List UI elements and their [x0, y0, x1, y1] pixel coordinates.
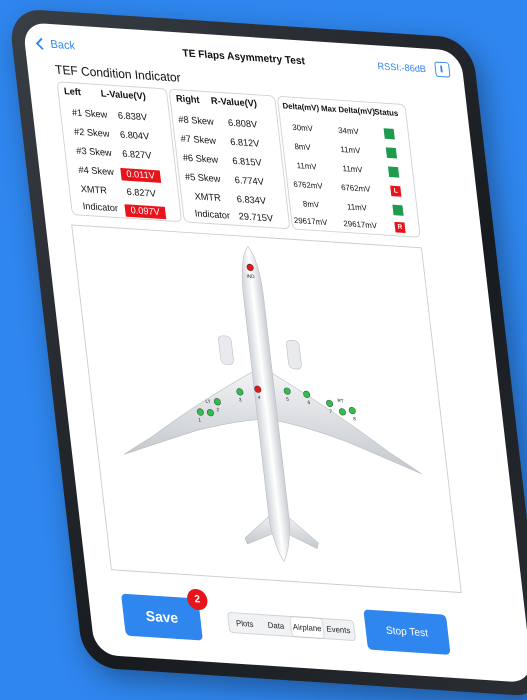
- row-value-fault: 0.011V: [120, 167, 162, 183]
- sensor-label-lt: LT: [205, 399, 211, 404]
- tablet: Back TE Flaps Asymmetry Test RSSI:-86dB …: [8, 8, 527, 700]
- delta-value: 6762mV: [292, 179, 324, 191]
- sensor-label-rt: RT: [337, 398, 344, 403]
- row-value: 6.808V: [227, 118, 258, 131]
- row-name: #4 Skew: [78, 165, 115, 178]
- app-screen: Back TE Flaps Asymmetry Test RSSI:-86dB …: [22, 22, 527, 684]
- row-name: XMTR: [80, 184, 108, 197]
- status-indicator: [387, 166, 400, 178]
- right-values-panel: Right R-Value(V) #8 Skew 6.808V #7 Skew …: [168, 88, 291, 230]
- delta-value: 29617mV: [293, 215, 328, 227]
- row-name: XMTR: [194, 191, 222, 204]
- airplane-diagram: IND 1 LT 2 3 4 5 6 7 RT 8: [123, 245, 422, 563]
- row-name: #5 Skew: [184, 172, 221, 185]
- right-header: Right: [175, 93, 201, 106]
- max-delta-value: 11mV: [346, 201, 368, 213]
- row-name: #3 Skew: [75, 146, 113, 159]
- row-value: 6.815V: [231, 156, 263, 169]
- row-name: #1 Skew: [71, 107, 108, 121]
- sensor-marker-7: [326, 399, 334, 407]
- rssi-readout: RSSI:-86dB: [376, 61, 427, 76]
- sensor-label-7: 7: [329, 409, 333, 414]
- r-value-header: R-Value(V): [210, 96, 258, 110]
- view-segmented-control: Plots Data Airplane Events: [226, 611, 357, 642]
- status-indicator-fault: R: [394, 221, 406, 234]
- row-name: Indicator: [194, 208, 231, 222]
- segment-plots[interactable]: Plots: [228, 613, 261, 634]
- max-delta-value: 11mV: [342, 163, 363, 175]
- status-indicator: [392, 204, 404, 216]
- info-icon[interactable]: [434, 61, 451, 78]
- status-indicator: [383, 128, 395, 140]
- row-name: #7 Skew: [180, 133, 217, 147]
- delta-value: 8mV: [293, 141, 312, 152]
- row-value-fault: 0.097V: [124, 204, 166, 220]
- sensor-marker-rt: [338, 408, 346, 416]
- left-header: Left: [63, 86, 82, 99]
- row-name: #6 Skew: [182, 153, 219, 166]
- airplane-view: IND 1 LT 2 3 4 5 6 7 RT 8: [71, 224, 462, 594]
- row-value: 6.834V: [236, 194, 267, 207]
- delta-value: 8mV: [302, 198, 320, 210]
- max-delta-value: 29617mV: [342, 218, 378, 231]
- segment-airplane[interactable]: Airplane: [290, 616, 324, 639]
- sensor-label-8: 8: [353, 416, 357, 421]
- row-value: 6.812V: [229, 137, 261, 150]
- row-value: 6.827V: [121, 149, 153, 162]
- sensor-label-ind: IND: [246, 274, 255, 280]
- section-title: TEF Condition Indicator: [54, 62, 182, 85]
- left-values-panel: Left L-Value(V) #1 Skew 6.838V #2 Skew 6…: [56, 81, 183, 223]
- sensor-marker-8: [348, 406, 356, 415]
- delta-value: 11mV: [296, 160, 318, 172]
- row-name: #8 Skew: [177, 114, 215, 128]
- stop-test-button[interactable]: Stop Test: [363, 609, 451, 655]
- status-indicator-fault: L: [390, 185, 402, 197]
- row-value: 6.827V: [126, 187, 157, 200]
- l-value-header: L-Value(V): [100, 88, 147, 103]
- row-value: 6.774V: [234, 175, 265, 188]
- max-delta-value: 11mV: [339, 144, 361, 156]
- segment-events[interactable]: Events: [322, 619, 355, 640]
- delta-panel: Delta(mV) Max Delta(mV) Status 30mV 34mV…: [276, 95, 421, 238]
- max-delta-value: 6762mV: [340, 182, 371, 194]
- status-header: Status: [373, 106, 399, 118]
- row-name: Indicator: [82, 201, 119, 215]
- row-name: #2 Skew: [73, 126, 111, 140]
- row-value: 29.715V: [238, 211, 274, 225]
- delta-header: Delta(mV): [281, 100, 320, 113]
- row-value: 6.838V: [117, 110, 148, 124]
- delta-value: 30mV: [291, 122, 314, 134]
- max-delta-header: Max Delta(mV): [320, 103, 376, 117]
- max-delta-value: 34mV: [337, 125, 360, 137]
- status-indicator: [385, 147, 398, 159]
- row-value: 6.804V: [119, 129, 150, 143]
- airplane-body: [123, 245, 422, 563]
- segment-data[interactable]: Data: [259, 615, 292, 636]
